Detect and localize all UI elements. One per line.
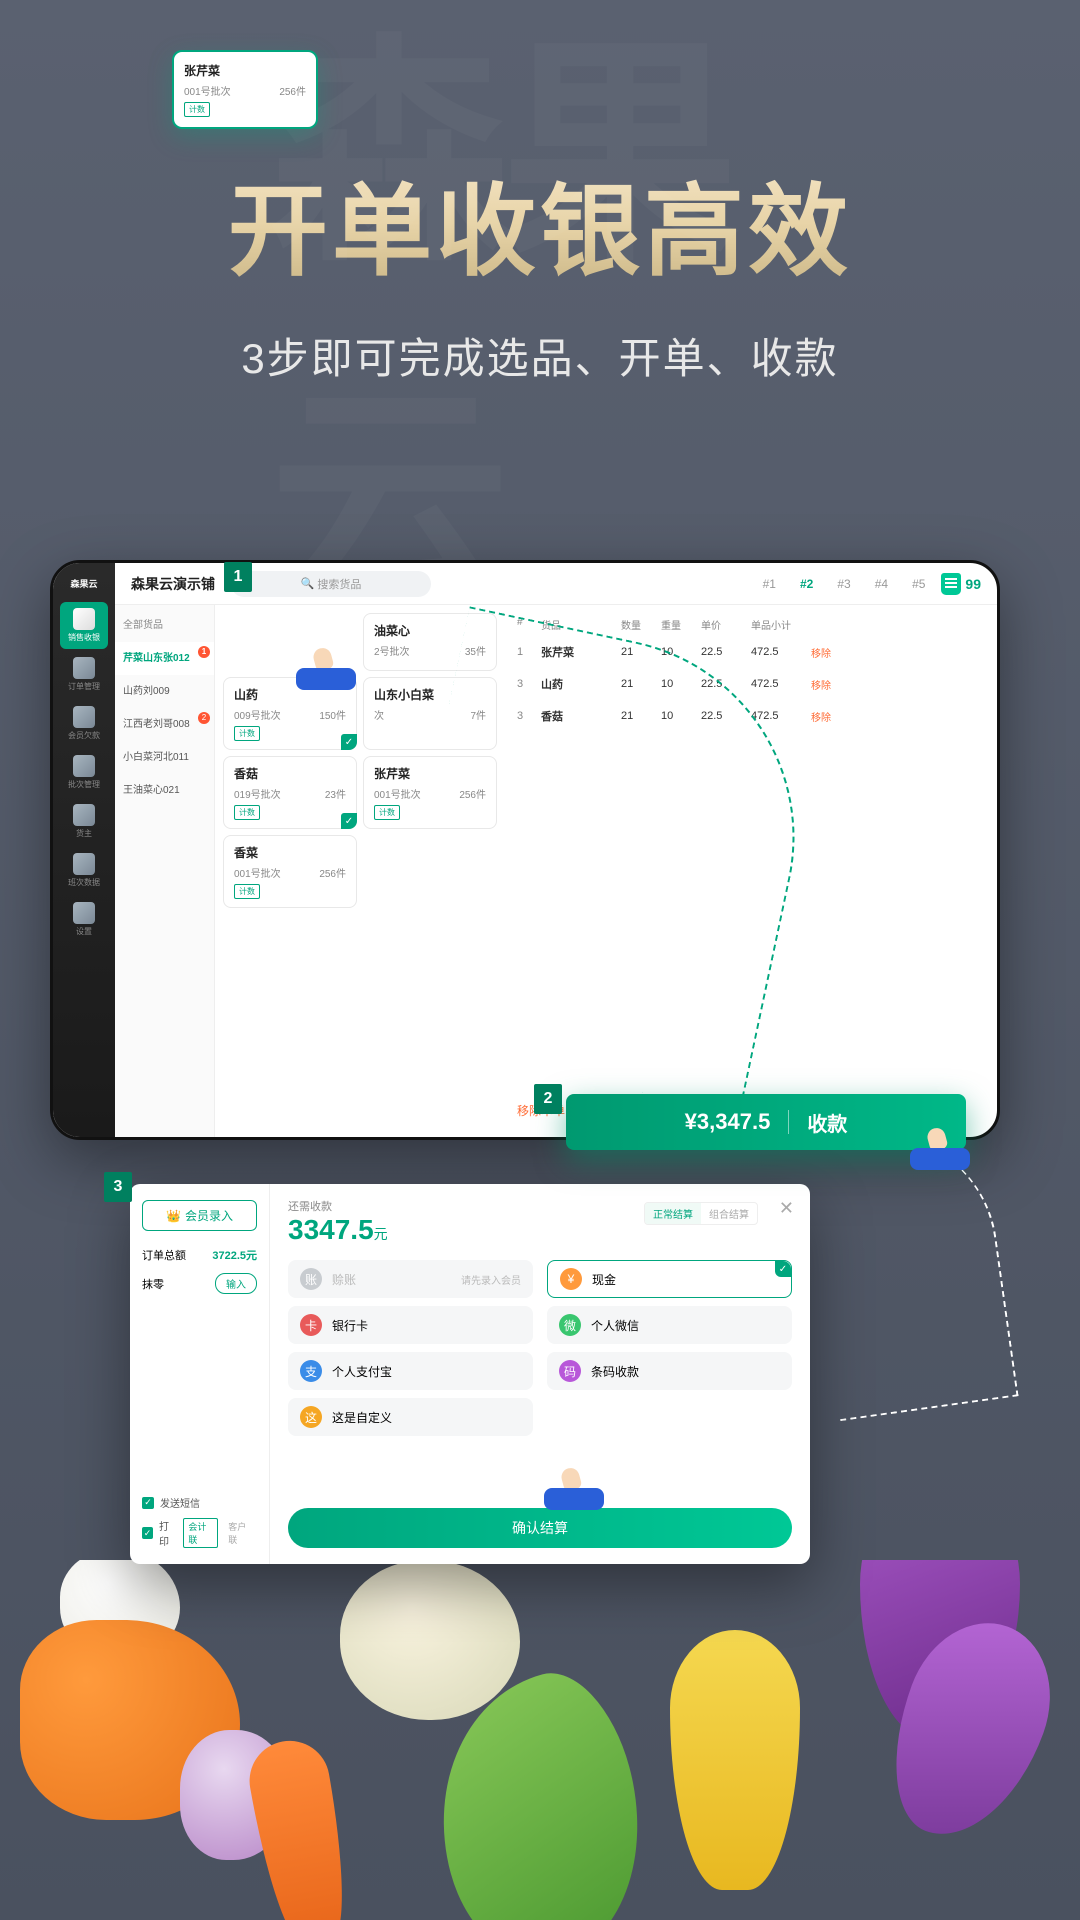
bg-watermark: 森果云 (270, 0, 810, 654)
vegetable-decoration (0, 1560, 1080, 1920)
settle-tabs: 正常结算 组合结算 (644, 1202, 758, 1225)
crown-icon: 👑 (166, 1209, 181, 1223)
pay-method-icon: 这 (300, 1406, 322, 1428)
pay-method-icon: 支 (300, 1360, 322, 1382)
search-icon: 🔍 (301, 577, 315, 590)
tab-2[interactable]: #2 (800, 577, 813, 591)
remove-button[interactable]: 移除 (811, 645, 851, 660)
member-icon (73, 706, 95, 728)
step-2-badge: 2 (534, 1084, 562, 1114)
customer-copy-tab[interactable]: 客户联 (224, 1519, 257, 1547)
cat-item-2[interactable]: 山药刘009 (115, 675, 214, 708)
tab-5[interactable]: #5 (912, 577, 925, 591)
category-list: 全部货品 芹菜山东张0121 山药刘009 江西老刘哥0082 小白菜河北011… (115, 605, 215, 1137)
nav-cashier[interactable]: 销售收银 (60, 602, 108, 649)
product-card[interactable]: 香菇019号批次23件计数 (223, 756, 357, 829)
cat-item-5[interactable]: 王油菜心021 (115, 774, 214, 807)
tab-1[interactable]: #1 (763, 577, 776, 591)
count-tag: 计数 (184, 102, 210, 117)
checkout-amount: ¥3,347.5 (685, 1109, 771, 1135)
pay-option-个人支付宝[interactable]: 支个人支付宝 (288, 1352, 533, 1390)
confirm-settle-button[interactable]: 确认结算 (288, 1508, 792, 1548)
pay-method-icon: 微 (559, 1314, 581, 1336)
wipe-input-button[interactable]: 输入 (215, 1273, 257, 1294)
divider (788, 1110, 789, 1134)
nav-shift[interactable]: 班次数据 (60, 847, 108, 894)
logo: 森果云 (68, 573, 99, 594)
pointing-hand-icon (910, 1128, 970, 1170)
settle-normal-tab[interactable]: 正常结算 (645, 1203, 701, 1224)
nav-member-debt[interactable]: 会员欠款 (60, 700, 108, 747)
checkout-label: 收款 (807, 1108, 847, 1137)
accountant-copy-tab[interactable]: 会计联 (183, 1518, 218, 1548)
order-total-value: 3722.5元 (212, 1247, 257, 1263)
gear-icon (73, 902, 95, 924)
order-total-label: 订单总额 (142, 1247, 186, 1263)
checkout-panel: 👑会员录入 订单总额3722.5元 抹零输入 ✓发送短信 ✓打印 会计联客户联 … (130, 1184, 810, 1564)
print-checkbox[interactable]: ✓ (142, 1527, 153, 1539)
pay-option-银行卡[interactable]: 卡银行卡 (288, 1306, 533, 1344)
remove-button[interactable]: 移除 (811, 677, 851, 692)
batch-icon (73, 755, 95, 777)
step-1-badge: 1 (224, 562, 252, 592)
pay-option-这是自定义[interactable]: 这这是自定义 (288, 1398, 533, 1436)
shop-name: 森果云演示铺 (131, 574, 215, 594)
sidebar: 森果云 销售收银 订单管理 会员欠款 批次管理 货主 班次数据 设置 (53, 563, 115, 1137)
clipboard-icon (941, 573, 961, 595)
pointing-hand-icon (296, 648, 356, 690)
corn-icon (670, 1630, 800, 1890)
orders-icon (73, 657, 95, 679)
search-input[interactable]: 🔍 搜索货品 (231, 571, 431, 597)
supplier-icon (73, 804, 95, 826)
member-entry-button[interactable]: 👑会员录入 (142, 1200, 257, 1231)
cart-badge[interactable]: 99 (941, 573, 981, 595)
pay-method-icon: ¥ (560, 1268, 582, 1290)
sms-checkbox[interactable]: ✓ (142, 1497, 154, 1509)
checkout-main: 还需收款 3347.5元 正常结算 组合结算 ✕ 账赊账请先录入会员¥现金卡银行… (270, 1184, 810, 1564)
product-card[interactable]: 香菜001号批次256件计数 (223, 835, 357, 908)
settle-combo-tab[interactable]: 组合结算 (701, 1203, 757, 1224)
payment-options: 账赊账请先录入会员 ¥现金卡银行卡微个人微信支个人支付宝码条码收款这这是自定义 (288, 1260, 792, 1436)
pay-option-赊账: 账赊账请先录入会员 (288, 1260, 533, 1298)
tab-4[interactable]: #4 (875, 577, 888, 591)
cashier-icon (73, 608, 95, 630)
checkout-sidebar: 👑会员录入 订单总额3722.5元 抹零输入 ✓发送短信 ✓打印 会计联客户联 (130, 1184, 270, 1564)
cat-item-4[interactable]: 小白菜河北011 (115, 741, 214, 774)
pay-method-icon: 卡 (300, 1314, 322, 1336)
product-name: 张芹菜 (184, 62, 306, 79)
carrot-icon (243, 1735, 357, 1920)
checkout-bar[interactable]: ¥3,347.5 收款 (566, 1094, 966, 1150)
wipe-label: 抹零 (142, 1276, 164, 1292)
nav-batch[interactable]: 批次管理 (60, 749, 108, 796)
cat-all[interactable]: 全部货品 (115, 609, 214, 642)
pay-option-现金[interactable]: ¥现金 (547, 1260, 792, 1298)
nav-settings[interactable]: 设置 (60, 896, 108, 943)
tab-3[interactable]: #3 (837, 577, 850, 591)
shift-icon (73, 853, 95, 875)
remove-button[interactable]: 移除 (811, 709, 851, 724)
badge-icon: 1 (198, 646, 210, 658)
cauliflower-icon (340, 1560, 520, 1720)
pay-method-icon: 码 (559, 1360, 581, 1382)
cart-tabs: #1 #2 #3 #4 #5 (763, 577, 926, 591)
badge-icon: 2 (198, 712, 210, 724)
cat-item-3[interactable]: 江西老刘哥0082 (115, 708, 214, 741)
nav-orders[interactable]: 订单管理 (60, 651, 108, 698)
cat-item-1[interactable]: 芹菜山东张0121 (115, 642, 214, 675)
nav-supplier[interactable]: 货主 (60, 798, 108, 845)
pay-option-个人微信[interactable]: 微个人微信 (547, 1306, 792, 1344)
floating-product-card[interactable]: 张芹菜 001号批次256件 计数 (172, 50, 318, 129)
pointing-hand-icon (544, 1468, 604, 1510)
pay-option-条码收款[interactable]: 码条码收款 (547, 1352, 792, 1390)
pay-method-icon: 账 (300, 1268, 322, 1290)
close-icon[interactable]: ✕ (779, 1198, 794, 1219)
step-3-badge: 3 (104, 1172, 132, 1202)
